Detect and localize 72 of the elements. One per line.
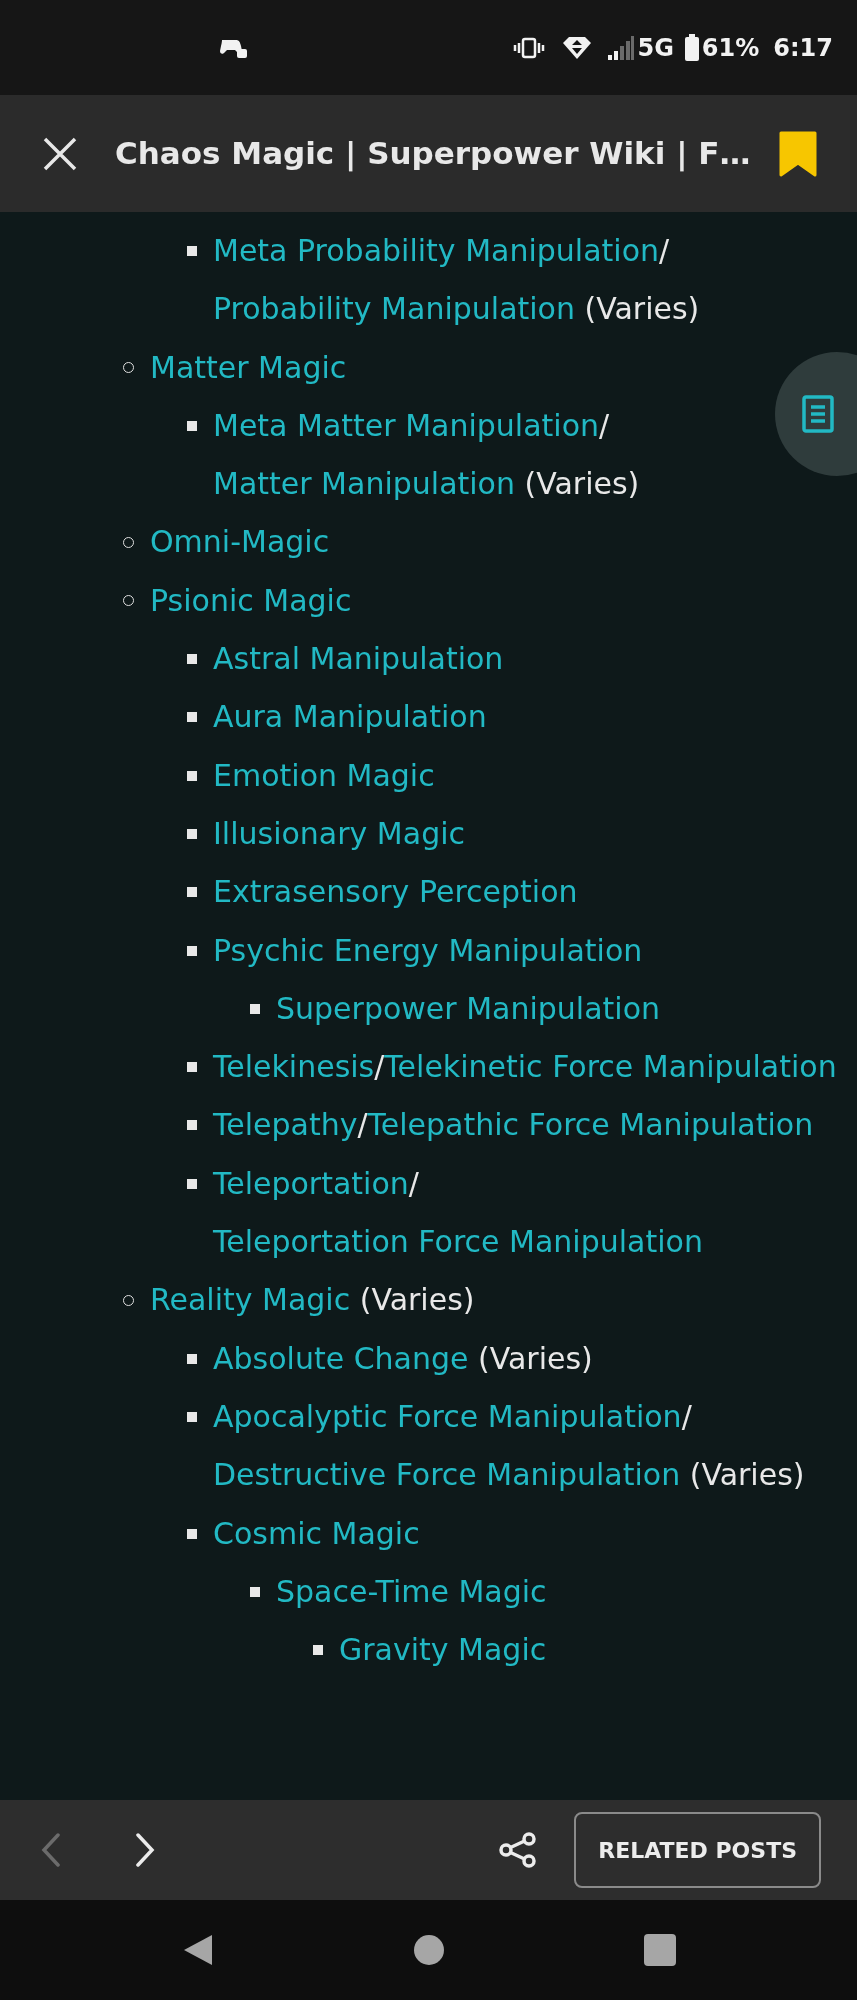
signal-icon	[607, 34, 636, 61]
wiki-link[interactable]: Teleportation	[213, 1165, 409, 1201]
wiki-link[interactable]: Superpower Manipulation	[276, 990, 660, 1026]
note-text: (Varies)	[689, 1457, 805, 1493]
wiki-link[interactable]: Apocalyptic Force Manipulation	[213, 1398, 682, 1434]
square-bullet-icon	[313, 1645, 323, 1656]
wiki-link[interactable]: Emotion Magic	[213, 757, 435, 793]
note-text: (Varies)	[359, 1282, 475, 1318]
wiki-link[interactable]: Psychic Energy Manipulation	[213, 932, 643, 968]
wiki-link[interactable]: Destructive Force Manipulation	[213, 1457, 681, 1493]
battery-icon	[683, 33, 700, 62]
network-text: 5G	[637, 32, 674, 64]
square-bullet-icon	[187, 828, 197, 839]
vibrate-icon	[513, 35, 546, 60]
note-text: (Varies)	[584, 291, 700, 327]
bookmark-icon[interactable]	[779, 130, 817, 177]
note-text: (Varies)	[478, 1340, 593, 1376]
nav-recents-icon[interactable]	[643, 1934, 676, 1966]
square-bullet-icon	[187, 1353, 197, 1364]
slash-text: /	[357, 1107, 368, 1143]
clock-text: 6:17	[773, 32, 833, 64]
square-bullet-icon	[187, 1411, 197, 1422]
chevron-left-icon	[41, 1833, 61, 1867]
document-icon	[802, 395, 834, 433]
close-icon	[42, 135, 78, 172]
wiki-link[interactable]: Gravity Magic	[339, 1632, 547, 1668]
square-bullet-icon	[187, 770, 197, 781]
square-bullet-icon	[187, 1528, 197, 1539]
slash-text: /	[599, 407, 610, 443]
wifi-icon	[561, 34, 594, 61]
chevron-right-icon	[135, 1833, 155, 1867]
wiki-link[interactable]: Meta Matter Manipulation	[213, 407, 599, 443]
wiki-link[interactable]: Cosmic Magic	[213, 1515, 420, 1551]
wiki-link[interactable]: Psionic Magic	[150, 582, 352, 618]
square-bullet-icon	[187, 420, 197, 431]
slash-text: /	[408, 1165, 419, 1201]
wiki-link[interactable]: Telepathic Force Manipulation	[367, 1107, 814, 1143]
wiki-link[interactable]: Omni-Magic	[150, 524, 330, 560]
wiki-link[interactable]: Space-Time Magic	[276, 1573, 547, 1609]
square-bullet-icon	[187, 1062, 197, 1073]
slash-text: /	[681, 1398, 692, 1434]
nav-home-icon[interactable]	[413, 1935, 444, 1965]
slash-text: /	[659, 233, 670, 268]
square-bullet-icon	[187, 246, 197, 256]
square-bullet-icon	[187, 1178, 197, 1189]
wiki-link[interactable]: Meta Probability Manipulation	[213, 233, 659, 268]
wiki-link[interactable]: Telekinetic Force Manipulation	[384, 1049, 837, 1085]
wiki-link[interactable]: Matter Manipulation	[213, 466, 515, 502]
square-bullet-icon	[250, 1586, 260, 1597]
wiki-link[interactable]: Astral Manipulation	[213, 641, 504, 677]
wiki-link[interactable]: Extrasensory Perception	[213, 874, 578, 910]
wiki-link[interactable]: Matter Magic	[150, 349, 347, 385]
wiki-link[interactable]: Probability Manipulation	[213, 291, 575, 327]
slash-text: /	[374, 1049, 385, 1085]
wiki-link[interactable]: Aura Manipulation	[213, 699, 487, 735]
wiki-link[interactable]: Telepathy	[213, 1107, 358, 1143]
wiki-link[interactable]: Absolute Change	[213, 1340, 469, 1376]
page-title: Chaos Magic | Superpower Wiki | F…	[115, 134, 752, 174]
battery-text: 61%	[701, 32, 760, 64]
square-bullet-icon	[187, 887, 197, 898]
square-bullet-icon	[187, 712, 197, 723]
square-bullet-icon	[187, 1120, 197, 1131]
square-bullet-icon	[187, 945, 197, 956]
related-posts-button[interactable]: RELATED POSTS	[574, 1812, 821, 1888]
square-bullet-icon	[187, 654, 197, 665]
wiki-link[interactable]: Telekinesis	[213, 1049, 375, 1085]
wiki-link[interactable]: Teleportation Force Manipulation	[213, 1224, 703, 1260]
share-icon	[498, 1832, 539, 1868]
note-text: (Varies)	[524, 466, 640, 502]
wiki-link[interactable]: Reality Magic	[150, 1282, 351, 1318]
wiki-link[interactable]: Illusionary Magic	[213, 815, 465, 851]
square-bullet-icon	[250, 1003, 260, 1014]
